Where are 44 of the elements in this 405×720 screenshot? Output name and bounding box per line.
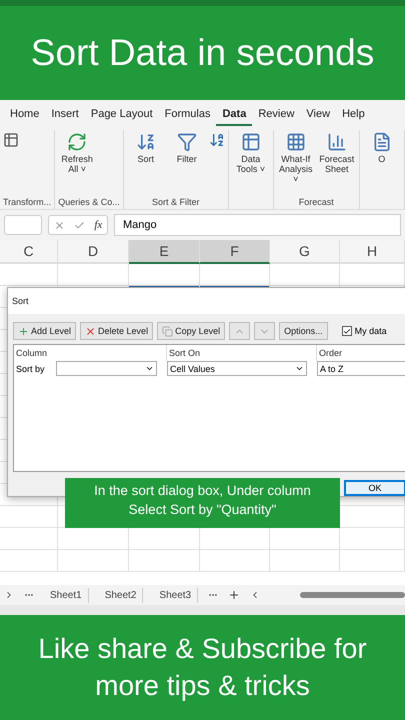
ribbon-button[interactable]: Refresh All ˅: [58, 132, 96, 174]
dialog-button[interactable]: Options...: [279, 322, 328, 340]
dialog-button[interactable]: Copy Level: [157, 322, 226, 340]
ribbon-button[interactable]: Sort: [126, 132, 165, 164]
sort-on-dropdown[interactable]: Cell Values: [167, 361, 307, 376]
ribbon-tab[interactable]: Insert: [45, 104, 85, 126]
sheet-tab[interactable]: Sheet2: [98, 588, 144, 602]
formula-buttons[interactable]: fx: [48, 215, 108, 235]
ribbon-tab[interactable]: Review: [252, 104, 300, 126]
checkbox-label: My data: [354, 326, 387, 336]
ribbon-tab[interactable]: Formulas: [158, 104, 216, 126]
ribbon-button[interactable]: Filter: [168, 132, 206, 164]
formula-field[interactable]: Mango: [114, 214, 401, 236]
function-label: fx: [94, 219, 102, 231]
column-header[interactable]: C: [0, 240, 58, 264]
column-header[interactable]: G: [270, 240, 340, 264]
ribbon-button[interactable]: What-If Analysis ˅: [276, 132, 315, 184]
instruction-tooltip: In the sort dialog box, Under column Select Sort by "Quantity": [65, 478, 340, 528]
column-header[interactable]: F: [200, 240, 270, 264]
group-label: Forecast: [298, 197, 335, 207]
column-header[interactable]: D: [58, 240, 129, 264]
order-dropdown[interactable]: A to Z: [317, 361, 405, 376]
ribbon-tab[interactable]: View: [300, 104, 336, 126]
group-label: Transform...: [3, 197, 52, 207]
ribbon-tab[interactable]: Data: [216, 104, 252, 126]
group-label: Queries & Co...: [58, 197, 120, 207]
ribbon-tab[interactable]: Page Layout: [84, 104, 159, 126]
sheet-tab[interactable]: Sheet1: [44, 588, 89, 602]
group-label: Sort & Filter: [150, 197, 200, 207]
ribbon-button[interactable]: O: [362, 132, 401, 164]
ribbon-button[interactable]: Data Tools ˅: [232, 132, 270, 174]
dialog-button[interactable]: Add Level: [13, 322, 76, 340]
sheet-tab[interactable]: Sheet3: [153, 588, 198, 602]
column-header[interactable]: H: [340, 240, 405, 264]
banner-title: Sort Data in seconds: [30, 32, 374, 74]
banner-text: Like share & Subscribe for more tips & tricks: [37, 632, 368, 703]
ok-button[interactable]: OK: [344, 480, 405, 496]
ribbon-tab[interactable]: Home: [4, 104, 46, 126]
row-label: Sort by: [15, 364, 46, 374]
dialog-button[interactable]: Delete Level: [80, 322, 154, 340]
dialog-title: Sort: [8, 288, 405, 314]
ribbon-button[interactable]: Forecast Sheet: [318, 132, 356, 174]
ribbon-tab[interactable]: Help: [336, 104, 371, 126]
column-header[interactable]: E: [129, 240, 200, 264]
